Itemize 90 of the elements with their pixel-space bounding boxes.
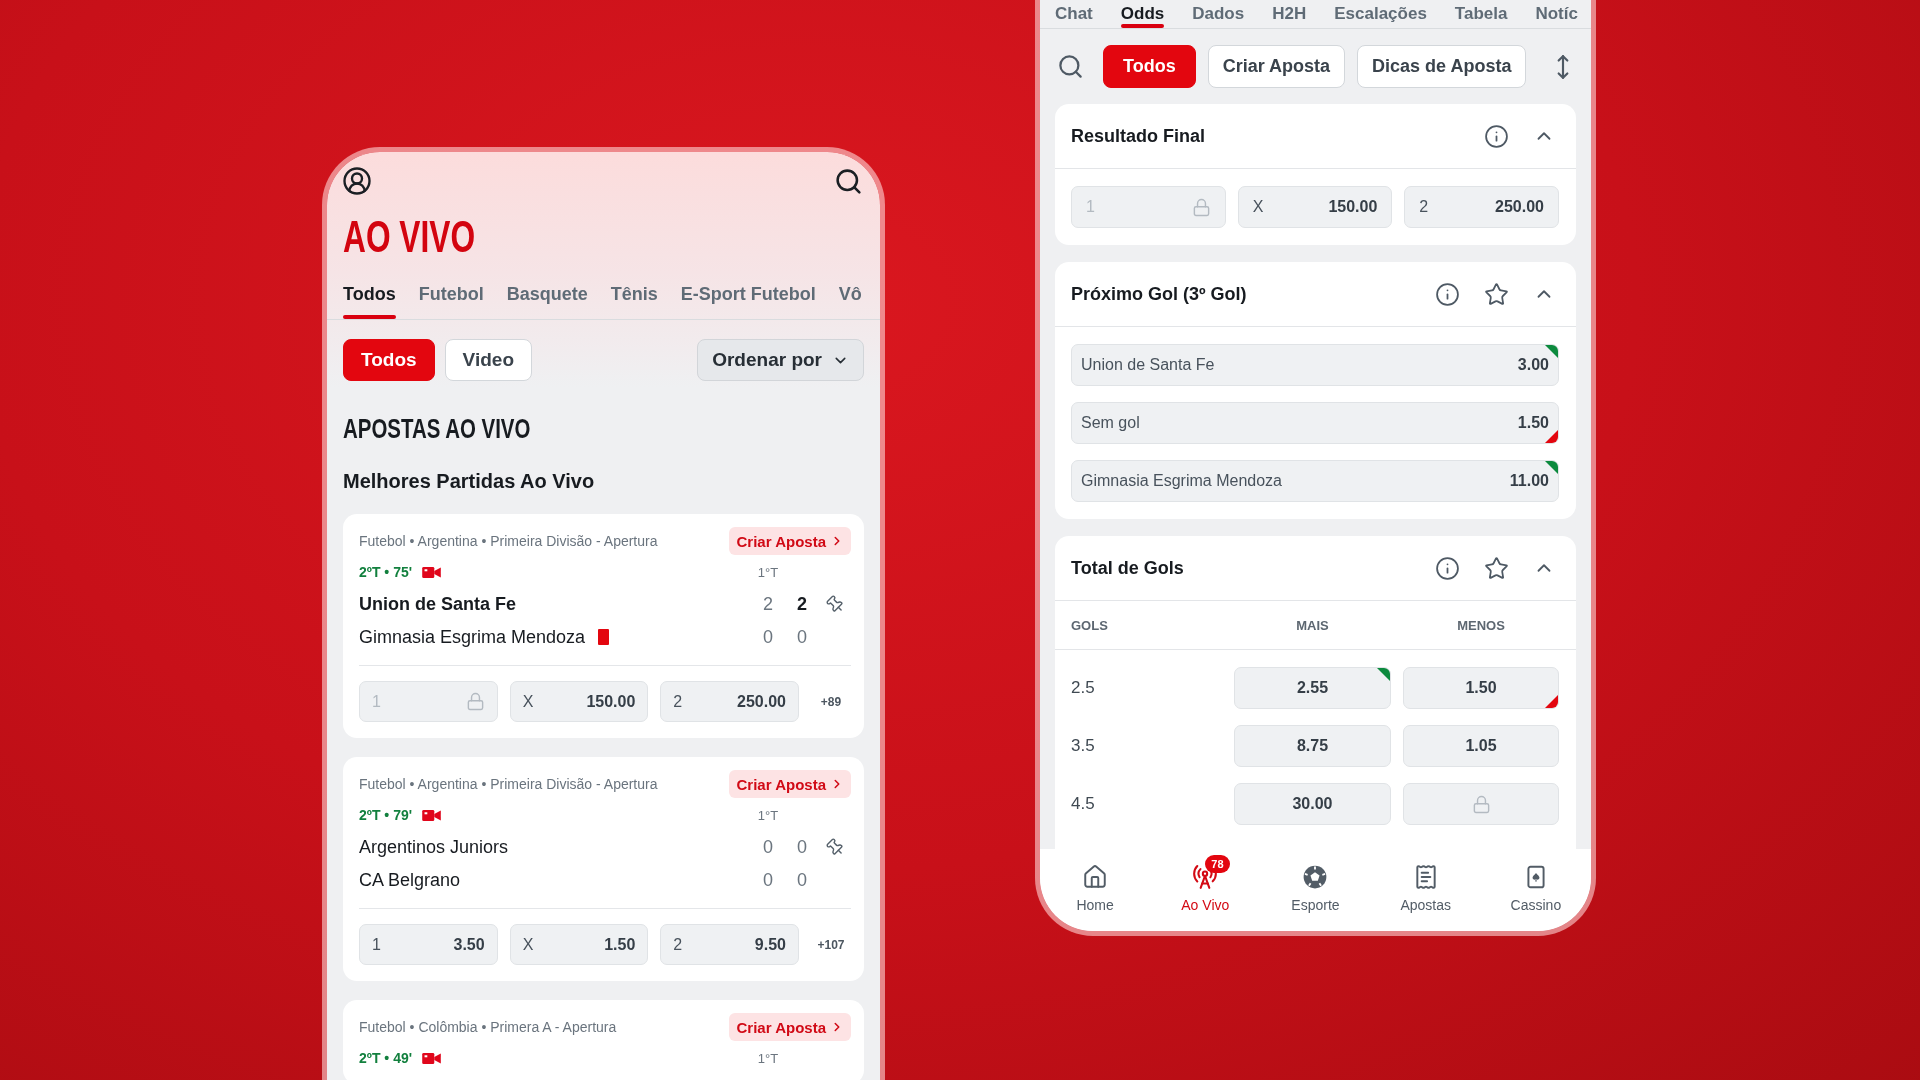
- market-title: Próximo Gol (3º Gol): [1071, 283, 1247, 305]
- notification-count: 78: [1205, 855, 1230, 873]
- nav-item[interactable]: Apostas: [1400, 864, 1451, 913]
- match-clock: 2ºT • 75': [359, 564, 413, 580]
- create-bet-button[interactable]: Criar Aposta: [728, 527, 851, 555]
- lock-icon: [1471, 794, 1491, 814]
- team-name: CA Belgrano: [359, 869, 461, 891]
- sport-tab[interactable]: Tênis: [610, 273, 658, 319]
- goal-line-label: 3.5: [1071, 736, 1095, 756]
- section-title: APOSTAS AO VIVO: [343, 414, 531, 444]
- info-icon[interactable]: [1435, 555, 1460, 581]
- match-tab[interactable]: H2H: [1272, 0, 1307, 28]
- more-markets-link[interactable]: +89: [820, 694, 842, 709]
- create-bet-button[interactable]: Criar Aposta: [728, 770, 851, 798]
- filter-chip[interactable]: Todos: [1103, 45, 1196, 88]
- odds-button[interactable]: X 150.00: [509, 681, 649, 722]
- sport-tab[interactable]: Basquete: [506, 273, 588, 319]
- odds-button[interactable]: Gimnasia Esgrima Mendoza 11.00: [1071, 460, 1559, 502]
- lock-icon: [1191, 197, 1211, 217]
- soccer-ball-icon: [1302, 864, 1329, 890]
- column-header: GOLS: [1071, 617, 1108, 633]
- period-score: 0: [763, 626, 773, 648]
- odds-button[interactable]: Union de Santa Fe 3.00: [1071, 344, 1559, 386]
- info-icon[interactable]: [1435, 281, 1460, 307]
- period-score: 0: [763, 836, 773, 858]
- star-icon[interactable]: [1484, 555, 1509, 581]
- profile-icon[interactable]: [342, 166, 372, 196]
- team-name: Union de Santa Fe: [359, 593, 517, 615]
- star-icon[interactable]: [1484, 281, 1509, 307]
- more-markets-link[interactable]: +107: [817, 937, 845, 952]
- sport-tab[interactable]: E-Sport Futebol: [680, 273, 816, 319]
- odds-button[interactable]: X 1.50: [509, 924, 649, 965]
- odds-button[interactable]: X 150.00: [1237, 186, 1393, 228]
- odds-button[interactable]: 8.75: [1234, 725, 1391, 767]
- match-tab[interactable]: Notíc: [1535, 0, 1578, 28]
- sort-dropdown[interactable]: Ordenar por: [697, 339, 864, 381]
- match-clock: 2ºT • 49': [359, 1050, 413, 1066]
- match-clock: 2ºT • 79': [359, 807, 413, 823]
- section-subtitle: Melhores Partidas Ao Vivo: [343, 469, 595, 494]
- competition-label: Futebol • Argentina • Primeira Divisão - Apertura: [359, 776, 658, 792]
- market-title: Total de Gols: [1071, 557, 1184, 579]
- sport-tab[interactable]: Vô: [838, 273, 862, 319]
- column-header: MAIS: [1296, 617, 1329, 633]
- info-icon[interactable]: [1484, 123, 1509, 149]
- search-icon[interactable]: [834, 166, 863, 196]
- period-label: 1°T: [757, 807, 779, 823]
- competition-label: Futebol • Colômbia • Primera A - Apertura: [359, 1019, 617, 1035]
- period-score: 2: [763, 593, 773, 615]
- sport-tab[interactable]: Todos: [343, 273, 396, 319]
- market-title: Resultado Final: [1071, 125, 1205, 147]
- goal-line-label: 4.5: [1071, 794, 1095, 814]
- filter-chip[interactable]: Criar Aposta: [1207, 45, 1345, 88]
- match-tab[interactable]: Escalações: [1334, 0, 1427, 28]
- odds-button[interactable]: 30.00: [1234, 783, 1391, 825]
- create-bet-button[interactable]: Criar Aposta: [728, 1013, 851, 1041]
- filter-chip[interactable]: Todos: [343, 339, 435, 381]
- match-tab[interactable]: Chat: [1055, 0, 1093, 28]
- odds-button[interactable]: 2 9.50: [660, 924, 799, 965]
- filter-chip[interactable]: Video: [444, 339, 532, 381]
- sport-tab[interactable]: Futebol: [418, 273, 484, 319]
- score: 0: [797, 626, 807, 648]
- team-name: Gimnasia Esgrima Mendoza: [359, 626, 586, 648]
- match-tab[interactable]: Tabela: [1454, 0, 1508, 28]
- score: 2: [797, 593, 807, 615]
- odds-button[interactable]: 2.55: [1234, 667, 1391, 709]
- match-tab[interactable]: Dados: [1192, 0, 1245, 28]
- period-score: 0: [763, 869, 773, 891]
- nav-item[interactable]: Esporte: [1291, 864, 1340, 913]
- nav-item[interactable]: Home: [1076, 864, 1114, 913]
- odds-button[interactable]: Sem gol 1.50: [1071, 402, 1559, 444]
- score: 0: [797, 869, 807, 891]
- page-title: AO VIVO: [343, 215, 476, 259]
- period-label: 1°T: [757, 564, 779, 580]
- match-tab[interactable]: Odds: [1120, 0, 1165, 28]
- search-icon[interactable]: [1057, 53, 1084, 80]
- competition-label: Futebol • Argentina • Primeira Divisão - Apertura: [359, 533, 658, 549]
- odds-button[interactable]: 1.50: [1403, 667, 1559, 709]
- lock-icon: [465, 692, 485, 711]
- odds-button[interactable]: 2 250.00: [1404, 186, 1559, 228]
- odds-button[interactable]: 1 3.50: [359, 924, 498, 965]
- score: 0: [797, 836, 807, 858]
- team-name: Argentinos Juniors: [359, 836, 509, 858]
- home-icon: [1082, 864, 1109, 890]
- odds-button[interactable]: 2 250.00: [660, 681, 799, 722]
- period-label: 1°T: [757, 1050, 779, 1066]
- filter-chip[interactable]: Dicas de Aposta: [1357, 45, 1527, 88]
- nav-item[interactable]: Cassino: [1510, 864, 1562, 913]
- odds-button[interactable]: 1.05: [1403, 725, 1559, 767]
- goal-line-label: 2.5: [1071, 678, 1095, 698]
- column-header: MENOS: [1457, 617, 1505, 633]
